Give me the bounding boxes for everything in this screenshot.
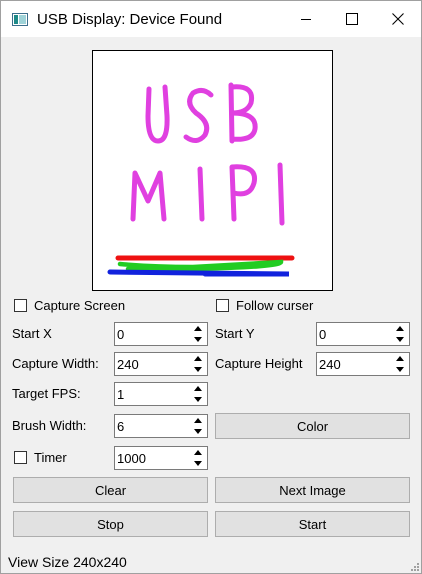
spin-down-icon xyxy=(194,397,202,402)
start-y-input[interactable] xyxy=(317,323,393,345)
capture-height-spinbox[interactable] xyxy=(316,352,410,376)
spin-up-icon xyxy=(396,356,404,361)
start-y-label: Start Y xyxy=(215,326,255,341)
start-y-down-button[interactable] xyxy=(392,334,408,345)
spin-down-icon xyxy=(194,429,202,434)
spin-up-icon xyxy=(194,326,202,331)
target-fps-label: Target FPS: xyxy=(12,386,81,401)
capture-width-up-button[interactable] xyxy=(190,353,206,364)
stop-button[interactable]: Stop xyxy=(13,511,208,537)
brush-width-spinbox[interactable] xyxy=(114,414,208,438)
spin-up-icon xyxy=(396,326,404,331)
spin-up-icon xyxy=(194,356,202,361)
minimize-button[interactable] xyxy=(283,1,329,37)
start-x-input[interactable] xyxy=(115,323,191,345)
spin-down-icon xyxy=(194,337,202,342)
status-text: View Size 240x240 xyxy=(8,554,127,570)
start-y-up-button[interactable] xyxy=(392,323,408,334)
maximize-icon xyxy=(346,13,358,25)
color-button[interactable]: Color xyxy=(215,413,410,439)
timer-label[interactable]: Timer xyxy=(34,450,67,466)
close-icon xyxy=(392,13,404,25)
target-fps-spinbox[interactable] xyxy=(114,382,208,406)
brush-width-label: Brush Width: xyxy=(12,418,87,433)
brush-width-up-button[interactable] xyxy=(190,415,206,426)
clear-button[interactable]: Clear xyxy=(13,477,208,503)
start-x-up-button[interactable] xyxy=(190,323,206,334)
capture-screen-checkbox[interactable] xyxy=(14,299,27,312)
brush-width-input[interactable] xyxy=(115,415,191,437)
spin-down-icon xyxy=(396,367,404,372)
brush-width-down-button[interactable] xyxy=(190,426,206,437)
capture-height-up-button[interactable] xyxy=(392,353,408,364)
timer-down-button[interactable] xyxy=(190,458,206,469)
app-window-icon xyxy=(12,13,28,26)
spin-down-icon xyxy=(194,461,202,466)
target-fps-up-button[interactable] xyxy=(190,383,206,394)
capture-height-input[interactable] xyxy=(317,353,393,375)
start-x-spinbox[interactable] xyxy=(114,322,208,346)
capture-width-spinbox[interactable] xyxy=(114,352,208,376)
capture-screen-label[interactable]: Capture Screen xyxy=(34,298,125,314)
handwritten-letters xyxy=(130,82,285,226)
drawing-canvas[interactable] xyxy=(92,50,333,291)
start-button[interactable]: Start xyxy=(215,511,410,537)
start-x-down-button[interactable] xyxy=(190,334,206,345)
capture-height-label: Capture Height xyxy=(215,356,303,371)
minimize-icon xyxy=(301,19,311,20)
timer-checkbox[interactable] xyxy=(14,451,27,464)
capture-height-down-button[interactable] xyxy=(392,364,408,375)
spin-down-icon xyxy=(396,337,404,342)
timer-input[interactable] xyxy=(115,447,191,469)
follow-curser-checkbox[interactable] xyxy=(216,299,229,312)
start-y-spinbox[interactable] xyxy=(316,322,410,346)
title-bar[interactable]: USB Display: Device Found xyxy=(1,1,421,37)
close-button[interactable] xyxy=(375,1,421,37)
window-title: USB Display: Device Found xyxy=(37,11,223,28)
capture-width-down-button[interactable] xyxy=(190,364,206,375)
start-x-label: Start X xyxy=(12,326,52,341)
main-window: USB Display: Device Found Capture Screen… xyxy=(0,0,422,574)
spin-down-icon xyxy=(194,367,202,372)
spin-up-icon xyxy=(194,450,202,455)
target-fps-input[interactable] xyxy=(115,383,191,405)
target-fps-down-button[interactable] xyxy=(190,394,206,405)
capture-width-input[interactable] xyxy=(115,353,191,375)
spin-up-icon xyxy=(194,386,202,391)
timer-spinbox[interactable] xyxy=(114,446,208,470)
follow-curser-label[interactable]: Follow curser xyxy=(236,298,313,314)
capture-width-label: Capture Width: xyxy=(12,356,99,371)
next-image-button[interactable]: Next Image xyxy=(215,477,410,503)
maximize-button[interactable] xyxy=(329,1,375,37)
timer-up-button[interactable] xyxy=(190,447,206,458)
canvas-drawing xyxy=(107,82,295,277)
resize-grip-icon[interactable] xyxy=(409,561,419,571)
spin-up-icon xyxy=(194,418,202,423)
